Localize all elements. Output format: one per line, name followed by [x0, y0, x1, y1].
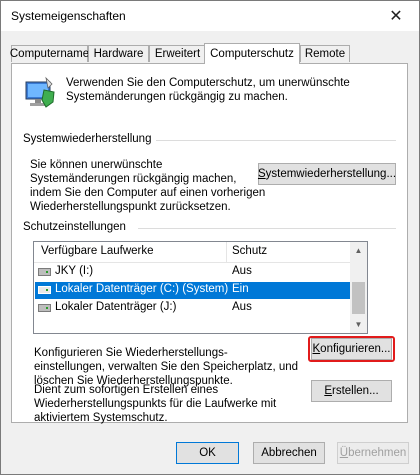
apply-accel: Ü: [339, 447, 349, 459]
restore-desc-line-1: Sie können unerwünschte: [30, 159, 163, 171]
configure-desc-line-1: Konfigurieren Sie Wiederherstellungs-: [34, 347, 228, 359]
window-title: Systemeigenschaften: [11, 9, 126, 23]
restore-desc-line-4: Wiederherstellungspunkt zurücksetzen.: [30, 201, 231, 213]
system-properties-window: Systemeigenschaften ✕ Computername Hardw…: [0, 0, 420, 475]
restore-desc-line-3: indem Sie den Computer auf einen vorheri…: [30, 187, 266, 199]
system-restore-accel: S: [257, 168, 266, 180]
drive-list[interactable]: Verfügbare Laufwerke Schutz JKY (I:) Aus…: [33, 241, 368, 334]
title-bar[interactable]: Systemeigenschaften ✕: [1, 1, 419, 31]
tab-computerschutz[interactable]: Computerschutz: [204, 43, 300, 64]
tab-erweitert[interactable]: Erweitert: [149, 45, 206, 62]
tab-computername[interactable]: Computername: [10, 45, 89, 62]
restore-section-header: Systemwiederherstellung: [23, 133, 152, 145]
column-separator[interactable]: [226, 242, 227, 262]
drive-icon: [38, 268, 51, 276]
tab-remote[interactable]: Remote: [300, 45, 350, 62]
configure-accel: K: [312, 343, 321, 355]
scroll-up-icon[interactable]: ▲: [350, 242, 367, 259]
create-accel: E: [324, 385, 332, 397]
drive-protection: Aus: [232, 301, 252, 313]
drive-row-jky[interactable]: JKY (I:) Aus: [35, 264, 352, 281]
tab-panel-computerschutz: Verwenden Sie den Computerschutz, um une…: [11, 63, 408, 424]
tab-hardware[interactable]: Hardware: [88, 45, 149, 62]
drive-protection: Aus: [232, 265, 252, 277]
create-label: rstellen...: [332, 385, 379, 397]
cancel-button[interactable]: Abbrechen: [253, 442, 325, 464]
create-desc-line-3: aktiviertem Systemschutz.: [34, 412, 168, 424]
drive-protection: Ein: [232, 283, 249, 295]
create-desc-line-2: Wiederherstellungspunkts für die Laufwer…: [34, 398, 277, 410]
restore-desc-line-2: Systemänderungen rückgängig machen,: [30, 173, 237, 185]
ok-button[interactable]: OK: [176, 442, 239, 464]
drive-list-scrollbar[interactable]: ▲ ▼: [350, 242, 367, 333]
column-header-protection[interactable]: Schutz: [232, 245, 267, 257]
computer-shield-icon: [25, 76, 55, 108]
drive-row-c-system[interactable]: Lokaler Datenträger (C:) (System) Ein: [35, 282, 352, 299]
create-desc-line-1: Dient zum sofortigen Erstellen eines: [34, 384, 219, 396]
drive-list-header: Verfügbare Laufwerke Schutz: [34, 242, 352, 263]
protection-section-divider: [138, 228, 396, 229]
configure-label: onfigurieren...: [320, 343, 391, 355]
drive-row-j[interactable]: Lokaler Datenträger (J:) Aus: [35, 300, 352, 317]
create-button[interactable]: Erstellen...: [311, 380, 392, 402]
apply-button[interactable]: Übernehmen: [337, 442, 409, 464]
apply-label: bernehmen: [348, 447, 407, 459]
intro-line-1: Verwenden Sie den Computerschutz, um une…: [66, 77, 350, 89]
drive-name: JKY (I:): [55, 265, 94, 277]
restore-section-divider: [156, 140, 396, 141]
system-restore-button[interactable]: Systemwiederherstellung...: [258, 163, 396, 185]
drive-name: Lokaler Datenträger (C:) (System): [55, 283, 229, 295]
configure-desc-line-2: einstellungen, verwalten Sie den Speiche…: [34, 361, 299, 373]
protection-section-header: Schutzeinstellungen: [23, 221, 126, 233]
drive-icon: [38, 304, 51, 312]
close-icon[interactable]: ✕: [373, 1, 419, 31]
configure-button[interactable]: Konfigurieren...: [311, 338, 392, 360]
system-drive-icon: [38, 286, 51, 294]
intro-line-2: Systemänderungen rückgängig zu machen.: [66, 91, 288, 103]
system-restore-label: ystemwiederherstellung...: [265, 168, 397, 180]
drive-name: Lokaler Datenträger (J:): [55, 301, 177, 313]
scroll-thumb[interactable]: [352, 282, 365, 314]
column-header-drives[interactable]: Verfügbare Laufwerke: [41, 245, 154, 257]
scroll-down-icon[interactable]: ▼: [350, 316, 367, 333]
